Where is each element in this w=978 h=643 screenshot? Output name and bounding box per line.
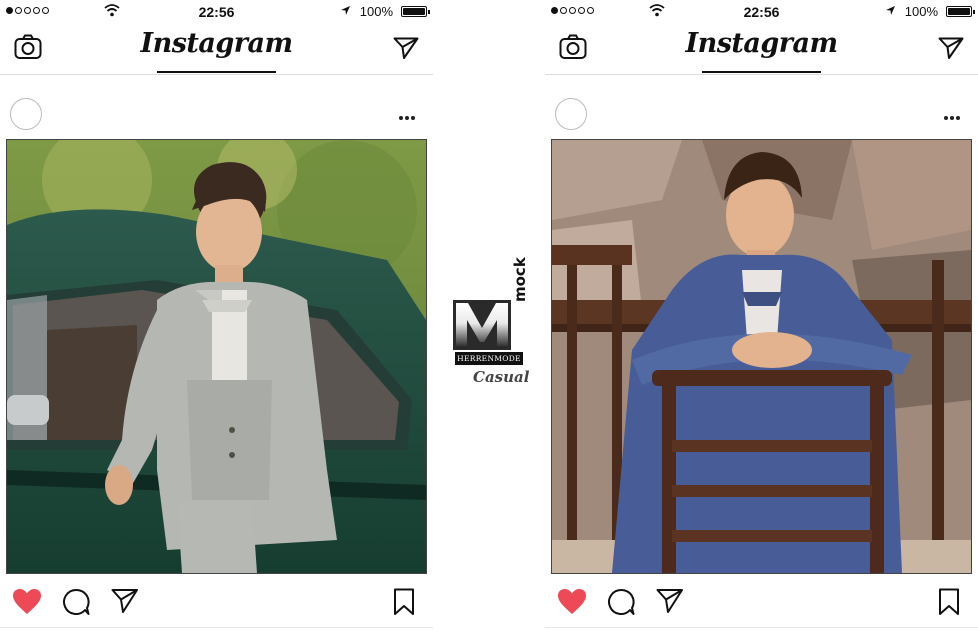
boy-grey-suit-photo (7, 140, 426, 573)
divider (0, 627, 433, 628)
brand-logo: mock HERRENMODE Casual (449, 257, 539, 394)
post-header (545, 98, 978, 132)
bookmark-icon[interactable] (938, 588, 960, 616)
post-photo[interactable] (551, 139, 972, 574)
nav-bar: Instagram (0, 26, 433, 75)
avatar[interactable] (10, 98, 42, 130)
battery-percent: 100% (904, 4, 938, 19)
post-header (0, 98, 433, 132)
status-bar: 22:56 100% (545, 0, 978, 24)
direct-icon[interactable] (393, 36, 419, 60)
share-icon[interactable] (111, 588, 139, 614)
logo-underline (157, 71, 276, 73)
avatar[interactable] (555, 98, 587, 130)
more-icon[interactable] (399, 116, 415, 120)
location-icon (886, 6, 895, 15)
app-logo: Instagram (140, 28, 293, 59)
post-photo[interactable] (6, 139, 427, 574)
battery-icon (401, 6, 430, 17)
battery-percent: 100% (359, 4, 393, 19)
share-icon[interactable] (656, 588, 684, 614)
post-actions (545, 586, 978, 618)
status-bar: 22:56 100% (0, 0, 433, 24)
boy-blue-suit-photo (552, 140, 971, 573)
nav-bar: Instagram (545, 26, 978, 75)
phone-left: 22:56 100% Instagram (0, 0, 433, 643)
heart-icon[interactable] (557, 588, 587, 615)
location-icon (341, 6, 350, 15)
brand-name: mock (511, 257, 529, 302)
brand-tagline: HERRENMODE (455, 352, 523, 365)
battery-icon (946, 6, 975, 17)
comment-icon[interactable] (607, 588, 635, 616)
brand-subline: Casual (473, 368, 530, 386)
comment-icon[interactable] (62, 588, 90, 616)
bookmark-icon[interactable] (393, 588, 415, 616)
app-logo: Instagram (685, 28, 838, 59)
direct-icon[interactable] (938, 36, 964, 60)
phone-right: 22:56 100% Instagram (545, 0, 978, 643)
brand-m-icon (453, 300, 511, 350)
divider (545, 627, 978, 628)
heart-icon[interactable] (12, 588, 42, 615)
post-actions (0, 586, 433, 618)
more-icon[interactable] (944, 116, 960, 120)
logo-underline (702, 71, 821, 73)
